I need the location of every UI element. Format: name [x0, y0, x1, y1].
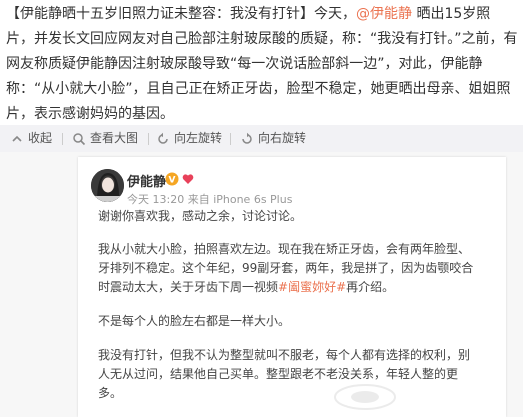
collapse-button[interactable]: 收起: [10, 125, 52, 152]
avatar: [91, 169, 124, 202]
vip-badge-icon: V: [165, 172, 179, 186]
rotate-right-icon: [242, 132, 252, 144]
rotate-left-label: 向左旋转: [174, 131, 223, 145]
post-username: 伊能静: [127, 175, 167, 190]
arrow-collapse-icon: [12, 135, 22, 142]
article-text-part2: 晒出15岁照片，并发长文回应网友对自己脸部注射玻尿酸的质疑，称：“我没有打针。”…: [6, 6, 518, 122]
collapse-label: 收起: [28, 131, 53, 145]
toolbar-divider: [148, 133, 149, 145]
toolbar-divider: [62, 133, 63, 145]
post-line: 不是每个人的脸左右都是一样大小。: [98, 314, 291, 328]
post-line: 人无从过问，结果他自己买单。整型跟老不老没关系，年轻人整的更: [98, 367, 459, 381]
toolbar-divider: [230, 133, 231, 145]
image-toolbar: 收起 查看大图 向左旋转 向右旋转: [0, 125, 523, 152]
magnifier-icon: [73, 132, 86, 145]
post-line: 多。: [98, 386, 123, 400]
heart-icon: [182, 174, 194, 184]
post-line: 时震动太大，关于牙齿下周一视频#阖蜜妳好#再介绍。: [98, 278, 494, 297]
post-line: 我没有打针，但我不认为整型就叫不服老，每个人都有选择的权利，别: [98, 348, 471, 362]
post-line-text: 时震动太大，关于牙齿下周一视频: [98, 280, 279, 294]
zoom-button[interactable]: 查看大图: [72, 125, 138, 152]
svg-text:V: V: [169, 176, 176, 186]
rotate-right-label: 向右旋转: [258, 131, 307, 145]
mention-link[interactable]: @伊能静: [356, 6, 412, 22]
post-article-text: 【伊能静晒十五岁旧照力证未整容：我没有打针】今天，@伊能静 晒出15岁照片，并发…: [6, 2, 518, 127]
post-line: 谢谢你喜欢我，感动之余，讨论讨论。: [98, 209, 303, 223]
post-line-text: 再介绍。: [346, 280, 395, 294]
rotate-left-button[interactable]: 向左旋转: [156, 125, 222, 152]
rotate-right-button[interactable]: 向右旋转: [240, 125, 306, 152]
post-line: 牙排列不稳定。这个年纪，99副牙套，两年，我是拼了，因为齿颚咬合: [98, 261, 474, 275]
article-text-part1: 【伊能静晒十五岁旧照力证未整容：我没有打针】今天，: [6, 6, 356, 22]
post-line: 我从小就大小脸，拍照喜欢左边。现在我在矫正牙齿，会有两年脸型、: [98, 242, 471, 256]
hashtag-link[interactable]: #阖蜜妳好#: [278, 280, 346, 294]
rotate-left-icon: [158, 132, 168, 144]
zoom-label: 查看大图: [90, 131, 139, 145]
post-meta: 今天 13:20 来自 iPhone 6s Plus: [127, 193, 293, 206]
watermark-logo: [334, 384, 396, 410]
